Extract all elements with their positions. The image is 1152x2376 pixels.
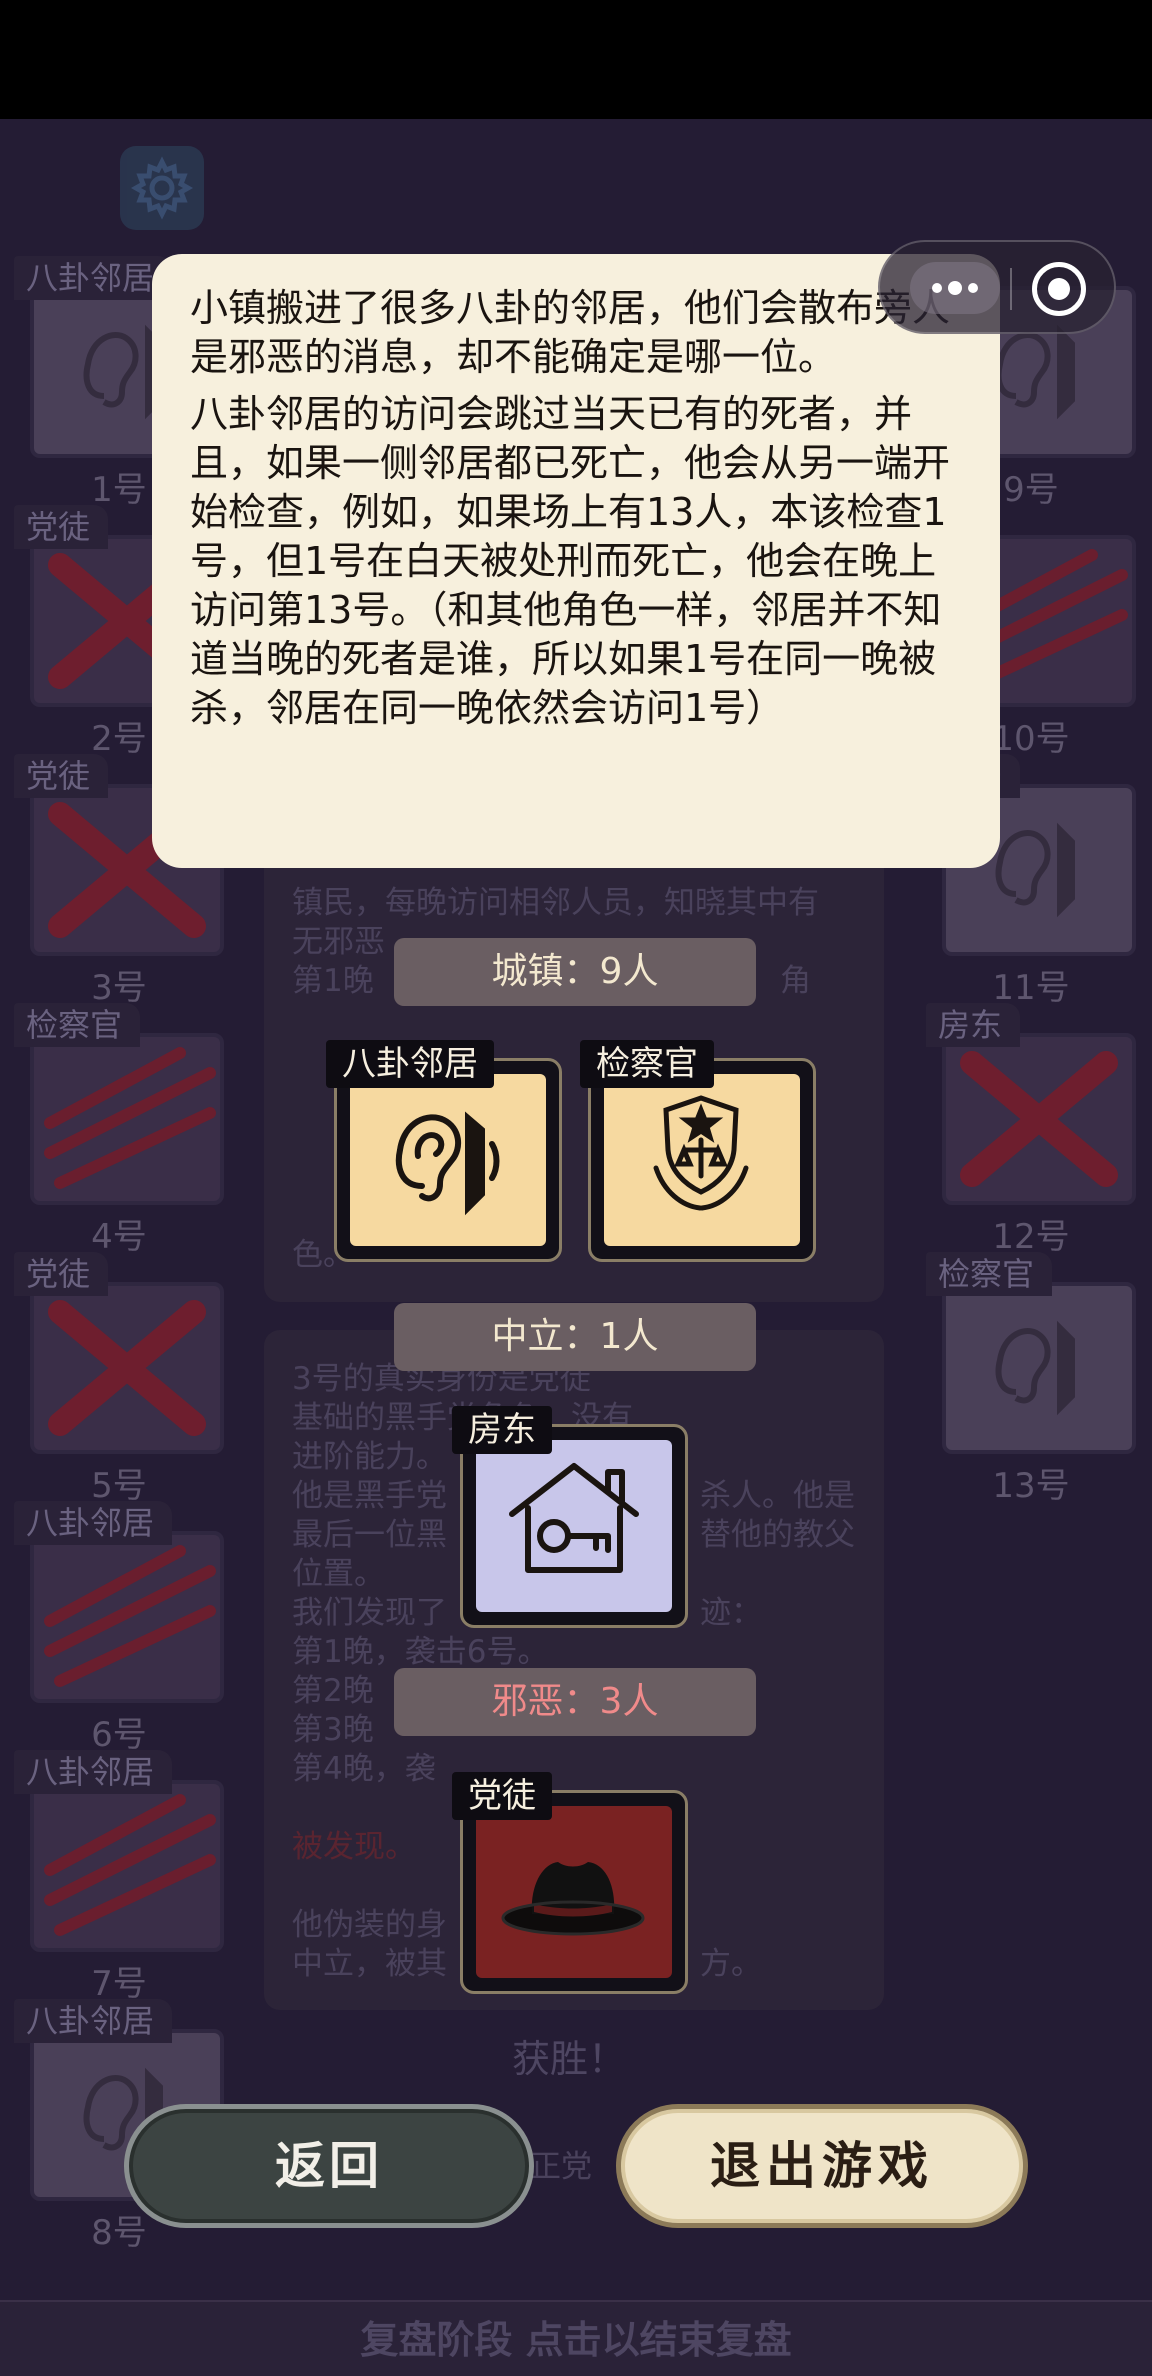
player-role-label: 检察官: [14, 1003, 141, 1047]
role-info-tooltip[interactable]: 小镇搬进了很多八卦的邻居，他们会散布旁人是邪恶的消息，却不能确定是哪一位。 八卦…: [152, 254, 1000, 868]
player-seat[interactable]: 党徒 5号: [14, 1252, 224, 1506]
claw-marks-icon: [44, 1545, 216, 1687]
player-seat[interactable]: 八卦邻居 7号: [14, 1750, 224, 2004]
player-seat[interactable]: 八卦邻居 6号: [14, 1501, 224, 1755]
role-card-label: 党徒: [452, 1772, 552, 1820]
ghost-desc-line: 中立，被其: [292, 1946, 447, 1982]
player-seat[interactable]: 检察官 13号: [926, 1252, 1136, 1506]
player-number-label: 13号: [992, 1466, 1070, 1506]
ear-speaker-icon: [395, 1111, 500, 1216]
player-role-label: 八卦邻居: [14, 1750, 173, 1794]
player-role-label: 八卦邻居: [14, 1999, 173, 2043]
ghost-desc-line: 迹：: [700, 1595, 762, 1631]
tooltip-paragraph-2: 八卦邻居的访问会跳过当天已有的死者，并且，如果一侧邻居都已死亡，他会从另一端开始…: [190, 392, 951, 730]
ghost-desc-line: 位置。: [292, 1556, 385, 1592]
ghost-desc-line: 他是黑手党: [292, 1478, 447, 1514]
house-key-icon: [509, 1463, 639, 1573]
role-card-gossip-neighbor[interactable]: 八卦邻居: [326, 1040, 562, 1262]
eliminated-x-icon: [960, 1051, 1118, 1187]
player-number-label: 12号: [992, 1217, 1070, 1257]
player-seat[interactable]: 房东 12号: [926, 1003, 1136, 1257]
ghost-desc-line: 进阶能力。: [292, 1439, 447, 1475]
player-role-label: 房东: [926, 1003, 1021, 1047]
player-seat[interactable]: 检察官 4号: [14, 1003, 224, 1257]
ghost-desc-line: 被发现。: [292, 1829, 416, 1865]
ghost-desc-line: 最后一位黑: [292, 1517, 447, 1553]
ghost-desc-line: 正党: [530, 2149, 592, 2185]
status-bar: [0, 0, 1152, 119]
role-card-label: 八卦邻居: [326, 1040, 494, 1088]
player-role-label: 八卦邻居: [14, 256, 173, 300]
role-card-label: 房东: [452, 1406, 552, 1454]
ghost-desc-line: 第1晚，袭击6号。: [292, 1634, 549, 1670]
player-number-label: 11号: [992, 968, 1070, 1008]
settings-gear-icon[interactable]: [120, 146, 204, 230]
fedora-hat-icon: [501, 1862, 645, 1936]
role-card-label: 检察官: [580, 1040, 714, 1088]
miniprogram-capsule: [878, 240, 1116, 334]
ghost-desc-line: 第3晚: [292, 1712, 374, 1748]
ghost-desc-line: 杀人。他是: [700, 1478, 855, 1514]
role-card-partisan[interactable]: 党徒: [452, 1772, 688, 1994]
more-options-icon[interactable]: [910, 262, 1000, 314]
player-number-label: 7号: [91, 1964, 147, 2004]
ghost-desc-line: 他伪装的身: [292, 1907, 447, 1943]
close-miniprogram-icon[interactable]: [1032, 262, 1086, 316]
ghost-desc-line: 第4晚，袭: [292, 1751, 436, 1787]
role-card-prosecutor[interactable]: 检察官: [580, 1040, 816, 1262]
ghost-desc-line: 镇民，每晚访问相邻人员，知晓其中有: [292, 885, 819, 921]
faction-header-neutral: 中立：1人: [394, 1303, 756, 1371]
capsule-divider: [1010, 268, 1012, 310]
ghost-desc-line: 无邪恶: [292, 924, 385, 960]
player-number-label: 5号: [91, 1466, 147, 1506]
faction-header-town: 城镇：9人: [394, 938, 756, 1006]
ear-speaker-icon: [995, 822, 1075, 918]
player-role-label: 八卦邻居: [14, 1501, 173, 1545]
ghost-desc-line: 我们发现了: [292, 1595, 447, 1631]
tooltip-paragraph-1: 小镇搬进了很多八卦的邻居，他们会散布旁人是邪恶的消息，却不能确定是哪一位。: [190, 286, 951, 379]
victory-label: 获胜！: [512, 2037, 627, 2081]
eliminated-x-icon: [48, 1300, 206, 1436]
ghost-desc-line: 第1晚: [292, 963, 374, 999]
ghost-desc-line: 替他的教父: [700, 1517, 855, 1553]
ghost-desc-line: 角: [780, 963, 811, 999]
claw-marks-icon: [44, 1047, 216, 1189]
role-card-landlord[interactable]: 房东: [452, 1406, 688, 1628]
player-role-label: 党徒: [14, 505, 109, 549]
player-role-label: 党徒: [14, 1252, 109, 1296]
faction-header-evil: 邪恶：3人: [394, 1668, 756, 1736]
player-number-label: 6号: [91, 1715, 147, 1755]
player-role-label: 党徒: [14, 754, 109, 798]
back-button[interactable]: 返回: [124, 2104, 534, 2228]
ear-speaker-icon: [995, 1320, 1075, 1416]
ghost-desc-line: 方。: [700, 1946, 762, 1982]
ghost-desc-line: 第2晚: [292, 1673, 374, 1709]
player-number-label: 3号: [91, 968, 147, 1008]
player-role-label: 检察官: [926, 1252, 1053, 1296]
justice-badge-icon: [653, 1095, 749, 1211]
claw-marks-icon: [44, 1794, 216, 1936]
player-number-label: 4号: [91, 1217, 147, 1257]
exit-game-button[interactable]: 退出游戏: [616, 2104, 1028, 2228]
review-phase-bar[interactable]: 复盘阶段 点击以结束复盘: [0, 2300, 1152, 2376]
